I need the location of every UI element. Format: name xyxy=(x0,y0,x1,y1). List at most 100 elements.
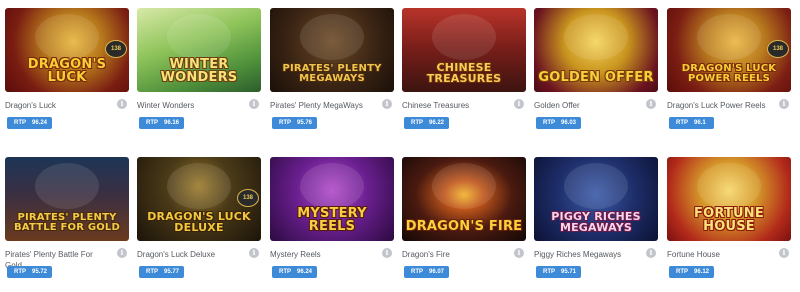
game-logo-text: FORTUNE HOUSE xyxy=(694,206,764,234)
rtp-value: 95.76 xyxy=(297,120,313,126)
artwork-glow xyxy=(697,14,761,60)
rtp-value: 95.71 xyxy=(561,269,577,275)
jackpot-badge: 138 xyxy=(105,40,127,58)
game-card[interactable]: DRAGON'S LUCK DELUXE 138 Dragon's Luck Del… xyxy=(137,157,261,280)
game-logo-text: CHINESE TREASURES xyxy=(426,61,502,85)
game-thumbnail[interactable]: DRAGON'S LUCK DELUXE 138 xyxy=(137,157,261,241)
rtp-badge: RTP 95.71 xyxy=(536,266,581,278)
game-thumbnail[interactable]: DRAGON'S FIRE xyxy=(402,157,526,241)
game-card[interactable]: WINTER WONDERS Winter Wonders i RTP 96.16 xyxy=(137,8,261,131)
rtp-badge: RTP 96.12 xyxy=(669,266,714,278)
rtp-badge: RTP 95.72 xyxy=(7,266,52,278)
artwork-glow xyxy=(167,14,231,60)
game-logo-text: DRAGON'S LUCK xyxy=(27,57,107,85)
game-title[interactable]: Dragon's Fire xyxy=(402,249,506,260)
info-icon[interactable]: i xyxy=(646,248,656,258)
game-card[interactable]: PIGGY RICHES MEGAWAYS Piggy Riches Megawa… xyxy=(534,157,658,280)
rtp-badge: RTP 95.76 xyxy=(272,117,317,129)
rtp-label: RTP xyxy=(676,269,688,275)
info-icon[interactable]: i xyxy=(249,99,259,109)
rtp-badge: RTP 96.22 xyxy=(404,117,449,129)
info-icon[interactable]: i xyxy=(249,248,259,258)
game-card[interactable]: FORTUNE HOUSE Fortune House i RTP 96.12 xyxy=(667,157,791,280)
rtp-label: RTP xyxy=(543,120,555,126)
jackpot-badge: 138 xyxy=(767,40,789,58)
rtp-badge: RTP 96.24 xyxy=(7,117,52,129)
info-icon[interactable]: i xyxy=(646,99,656,109)
artwork-glow xyxy=(432,14,496,60)
artwork-glow xyxy=(432,163,496,209)
rtp-value: 96.24 xyxy=(32,120,48,126)
game-title[interactable]: Piggy Riches Megaways xyxy=(534,249,638,260)
game-thumbnail[interactable]: PIGGY RICHES MEGAWAYS xyxy=(534,157,658,241)
game-card[interactable]: PIRATES' PLENTY MEGAWAYS Pirates' Plenty … xyxy=(270,8,394,131)
game-card[interactable]: PIRATES' PLENTY BATTLE FOR GOLD Pirates' … xyxy=(5,157,129,280)
artwork-glow xyxy=(35,14,99,60)
game-card[interactable]: DRAGON'S LUCK POWER REELS 138 Dragon's Luc… xyxy=(667,8,791,131)
game-logo-text: PIRATES' PLENTY MEGAWAYS xyxy=(282,63,382,84)
rtp-label: RTP xyxy=(146,120,158,126)
rtp-badge: RTP 96.1 xyxy=(669,117,714,129)
game-card[interactable]: DRAGON'S LUCK 138 Dragon's Luck i RTP 96.24 xyxy=(5,8,129,131)
game-title[interactable]: Dragon's Luck xyxy=(5,100,109,111)
game-logo-text: MYSTERY REELS xyxy=(297,206,367,234)
info-icon[interactable]: i xyxy=(779,99,789,109)
jackpot-badge: 138 xyxy=(237,189,259,207)
game-thumbnail[interactable]: CHINESE TREASURES xyxy=(402,8,526,92)
rtp-label: RTP xyxy=(543,269,555,275)
info-icon[interactable]: i xyxy=(514,248,524,258)
rtp-value: 96.16 xyxy=(164,120,180,126)
game-card[interactable]: GOLDEN OFFER Golden Offer i RTP 96.03 xyxy=(534,8,658,131)
game-thumbnail[interactable]: WINTER WONDERS xyxy=(137,8,261,92)
game-title[interactable]: Fortune House xyxy=(667,249,771,260)
rtp-value: 95.77 xyxy=(164,269,180,275)
info-icon[interactable]: i xyxy=(382,248,392,258)
game-logo-text: PIRATES' PLENTY BATTLE FOR GOLD xyxy=(13,212,121,233)
rtp-value: 95.72 xyxy=(32,269,48,275)
rtp-label: RTP xyxy=(14,269,26,275)
game-thumbnail[interactable]: PIRATES' PLENTY MEGAWAYS xyxy=(270,8,394,92)
game-title[interactable]: Pirates' Plenty MegaWays xyxy=(270,100,374,111)
rtp-label: RTP xyxy=(676,120,688,126)
info-icon[interactable]: i xyxy=(514,99,524,109)
rtp-badge: RTP 96.03 xyxy=(536,117,581,129)
game-title[interactable]: Dragon's Luck Power Reels xyxy=(667,100,771,111)
artwork-glow xyxy=(300,14,364,60)
game-thumbnail[interactable]: DRAGON'S LUCK POWER REELS 138 xyxy=(667,8,791,92)
game-title[interactable]: Mystery Reels xyxy=(270,249,374,260)
game-thumbnail[interactable]: MYSTERY REELS xyxy=(270,157,394,241)
game-title[interactable]: Chinese Treasures xyxy=(402,100,506,111)
game-thumbnail[interactable]: FORTUNE HOUSE xyxy=(667,157,791,241)
game-thumbnail[interactable]: DRAGON'S LUCK 138 xyxy=(5,8,129,92)
artwork-glow xyxy=(564,163,628,209)
rtp-badge: RTP 96.16 xyxy=(139,117,184,129)
game-thumbnail[interactable]: PIRATES' PLENTY BATTLE FOR GOLD xyxy=(5,157,129,241)
game-thumbnail[interactable]: GOLDEN OFFER xyxy=(534,8,658,92)
game-card[interactable]: DRAGON'S FIRE Dragon's Fire i RTP 96.07 xyxy=(402,157,526,280)
artwork-glow xyxy=(167,163,231,209)
rtp-label: RTP xyxy=(411,120,423,126)
game-logo-text: DRAGON'S LUCK DELUXE xyxy=(147,210,251,234)
info-icon[interactable]: i xyxy=(117,248,127,258)
game-title[interactable]: Golden Offer xyxy=(534,100,638,111)
rtp-value: 96.1 xyxy=(694,120,706,126)
rtp-label: RTP xyxy=(279,269,291,275)
info-icon[interactable]: i xyxy=(382,99,392,109)
game-logo-text: DRAGON'S FIRE xyxy=(405,219,523,234)
rtp-label: RTP xyxy=(14,120,26,126)
game-title[interactable]: Winter Wonders xyxy=(137,100,241,111)
game-logo-text: WINTER WONDERS xyxy=(160,57,238,85)
game-title[interactable]: Dragon's Luck Deluxe xyxy=(137,249,241,260)
rtp-value: 96.12 xyxy=(694,269,710,275)
artwork-glow xyxy=(300,163,364,209)
rtp-label: RTP xyxy=(146,269,158,275)
rtp-value: 96.03 xyxy=(561,120,577,126)
game-card[interactable]: CHINESE TREASURES Chinese Treasures i RTP 96… xyxy=(402,8,526,131)
artwork-glow xyxy=(35,163,99,209)
info-icon[interactable]: i xyxy=(117,99,127,109)
rtp-label: RTP xyxy=(279,120,291,126)
rtp-value: 96.24 xyxy=(297,269,313,275)
game-grid: DRAGON'S LUCK 138 Dragon's Luck i RTP 96.24 WI… xyxy=(0,0,800,292)
info-icon[interactable]: i xyxy=(779,248,789,258)
game-card[interactable]: MYSTERY REELS Mystery Reels i RTP 96.24 xyxy=(270,157,394,280)
